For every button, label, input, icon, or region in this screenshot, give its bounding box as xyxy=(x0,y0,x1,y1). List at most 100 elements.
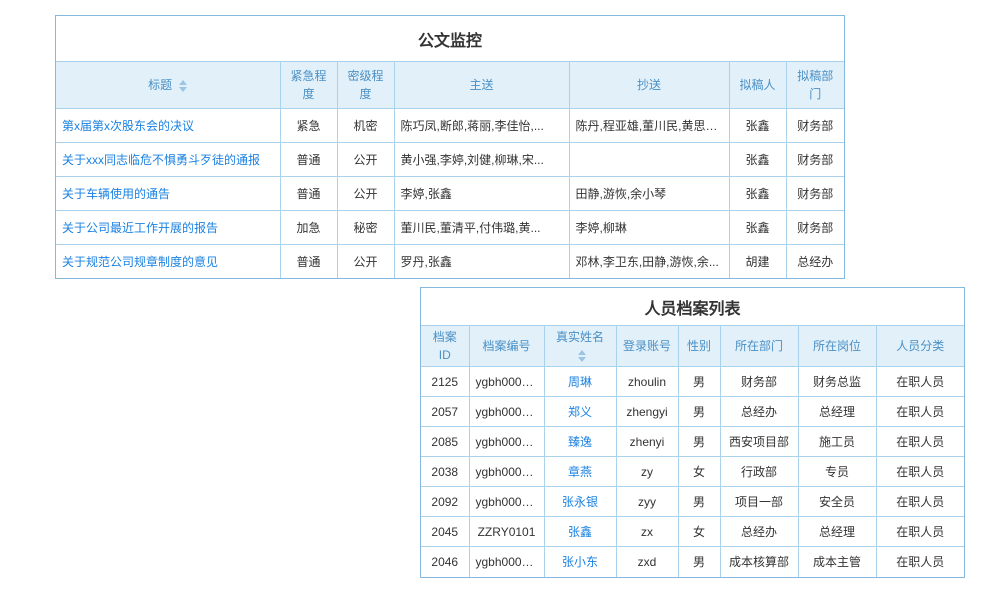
cell-login-account: zhoulin xyxy=(616,367,678,397)
table-row[interactable]: 2085 ygbh000111 臻逸 zhenyi 男 西安项目部 施工员 在职… xyxy=(421,427,964,457)
cell-category: 在职人员 xyxy=(876,457,964,487)
cell-secrecy: 公开 xyxy=(337,176,394,210)
cell-department: 行政部 xyxy=(720,457,798,487)
cell-archive-id: 2045 xyxy=(421,517,469,547)
cell-urgency: 加急 xyxy=(280,210,337,244)
person-name-link[interactable]: 张永银 xyxy=(562,495,598,509)
cell-department: 成本核算部 xyxy=(720,547,798,577)
table-row[interactable]: 关于车辆使用的通告 普通 公开 李婷,张鑫 田静,游恢,余小琴 张鑫 财务部 xyxy=(56,176,844,210)
table-row[interactable]: 关于规范公司规章制度的意见 普通 公开 罗丹,张鑫 邓林,李卫东,田静,游恢,余… xyxy=(56,244,844,278)
person-name-link[interactable]: 周琳 xyxy=(568,375,592,389)
table-row[interactable]: 2057 ygbh000068 郑义 zhengyi 男 总经办 总经理 在职人… xyxy=(421,397,964,427)
col-header-main-send: 主送 xyxy=(394,62,569,108)
col-header-urgency: 紧急程度 xyxy=(280,62,337,108)
cell-archive-no: ygbh000070 xyxy=(469,367,544,397)
person-name-link[interactable]: 张鑫 xyxy=(568,525,592,539)
cell-urgency: 普通 xyxy=(280,176,337,210)
table-row[interactable]: 第x届第x次股东会的决议 紧急 机密 陈巧凤,断郎,蒋丽,李佳怡,... 陈丹,… xyxy=(56,108,844,142)
col-header-title[interactable]: 标题 xyxy=(56,62,280,108)
personnel-table: 档案ID 档案编号 真实姓名 登录账号 性别 所在部门 所在岗位 人员分类 21… xyxy=(421,326,964,577)
cell-position: 成本主管 xyxy=(798,547,876,577)
doc-title-link[interactable]: 关于规范公司规章制度的意见 xyxy=(62,255,218,269)
cell-category: 在职人员 xyxy=(876,517,964,547)
cell-drafter: 张鑫 xyxy=(729,142,786,176)
cell-archive-no: ygbh000068 xyxy=(469,397,544,427)
cell-urgency: 紧急 xyxy=(280,108,337,142)
cell-login-account: zxd xyxy=(616,547,678,577)
cell-position: 总经理 xyxy=(798,397,876,427)
cell-gender: 女 xyxy=(678,517,720,547)
cell-main-send: 董川民,董清平,付伟璐,黄... xyxy=(394,210,569,244)
cell-position: 专员 xyxy=(798,457,876,487)
cell-login-account: zhenyi xyxy=(616,427,678,457)
cell-cc: 李婷,柳琳 xyxy=(569,210,729,244)
cell-category: 在职人员 xyxy=(876,397,964,427)
cell-position: 施工员 xyxy=(798,427,876,457)
cell-login-account: zhengyi xyxy=(616,397,678,427)
table-row[interactable]: 2045 ZZRY0101 张鑫 zx 女 总经办 总经理 在职人员 xyxy=(421,517,964,547)
col-header-category: 人员分类 xyxy=(876,326,964,367)
cell-secrecy: 公开 xyxy=(337,142,394,176)
table-row[interactable]: 2092 ygbh000104 张永银 zyy 男 项目一部 安全员 在职人员 xyxy=(421,487,964,517)
cell-category: 在职人员 xyxy=(876,487,964,517)
cell-archive-id: 2046 xyxy=(421,547,469,577)
cell-archive-id: 2092 xyxy=(421,487,469,517)
table-row[interactable]: 2125 ygbh000070 周琳 zhoulin 男 财务部 财务总监 在职… xyxy=(421,367,964,397)
doc-monitor-table: 标题 紧急程度 密级程度 主送 抄送 拟稿人 拟稿部门 第x届第x次股东会的决议… xyxy=(56,62,844,278)
table-row[interactable]: 2046 ygbh000050 张小东 zxd 男 成本核算部 成本主管 在职人… xyxy=(421,547,964,577)
personnel-title: 人员档案列表 xyxy=(421,288,964,326)
cell-login-account: zyy xyxy=(616,487,678,517)
col-header-draft-dept: 拟稿部门 xyxy=(786,62,844,108)
col-header-login-account: 登录账号 xyxy=(616,326,678,367)
table-row[interactable]: 关于xxx同志临危不惧勇斗歹徒的通报 普通 公开 黄小强,李婷,刘健,柳琳,宋.… xyxy=(56,142,844,176)
person-name-link[interactable]: 张小东 xyxy=(562,555,598,569)
table-row[interactable]: 关于公司最近工作开展的报告 加急 秘密 董川民,董清平,付伟璐,黄... 李婷,… xyxy=(56,210,844,244)
cell-archive-id: 2057 xyxy=(421,397,469,427)
cell-department: 财务部 xyxy=(720,367,798,397)
cell-gender: 男 xyxy=(678,547,720,577)
cell-drafter: 胡建 xyxy=(729,244,786,278)
cell-secrecy: 机密 xyxy=(337,108,394,142)
cell-category: 在职人员 xyxy=(876,367,964,397)
table-row[interactable]: 2038 ygbh000038 章燕 zy 女 行政部 专员 在职人员 xyxy=(421,457,964,487)
person-name-link[interactable]: 郑义 xyxy=(568,405,592,419)
cell-archive-no: ygbh000038 xyxy=(469,457,544,487)
col-header-department: 所在部门 xyxy=(720,326,798,367)
doc-title-link[interactable]: 第x届第x次股东会的决议 xyxy=(62,119,194,133)
cell-archive-id: 2085 xyxy=(421,427,469,457)
cell-login-account: zy xyxy=(616,457,678,487)
cell-gender: 女 xyxy=(678,457,720,487)
cell-main-send: 罗丹,张鑫 xyxy=(394,244,569,278)
cell-draft-dept: 财务部 xyxy=(786,176,844,210)
doc-title-link[interactable]: 关于车辆使用的通告 xyxy=(62,187,170,201)
doc-header-row: 标题 紧急程度 密级程度 主送 抄送 拟稿人 拟稿部门 xyxy=(56,62,844,108)
person-name-link[interactable]: 章燕 xyxy=(568,465,592,479)
cell-main-send: 黄小强,李婷,刘健,柳琳,宋... xyxy=(394,142,569,176)
cell-gender: 男 xyxy=(678,367,720,397)
cell-position: 安全员 xyxy=(798,487,876,517)
person-name-link[interactable]: 臻逸 xyxy=(568,435,592,449)
cell-secrecy: 秘密 xyxy=(337,210,394,244)
doc-monitor-title: 公文监控 xyxy=(56,16,844,62)
cell-cc: 田静,游恢,余小琴 xyxy=(569,176,729,210)
cell-urgency: 普通 xyxy=(280,142,337,176)
cell-archive-id: 2038 xyxy=(421,457,469,487)
col-header-real-name[interactable]: 真实姓名 xyxy=(544,326,616,367)
cell-main-send: 李婷,张鑫 xyxy=(394,176,569,210)
cell-department: 西安项目部 xyxy=(720,427,798,457)
personnel-header-row: 档案ID 档案编号 真实姓名 登录账号 性别 所在部门 所在岗位 人员分类 xyxy=(421,326,964,367)
doc-title-link[interactable]: 关于公司最近工作开展的报告 xyxy=(62,221,218,235)
cell-gender: 男 xyxy=(678,487,720,517)
cell-login-account: zx xyxy=(616,517,678,547)
cell-archive-no: ygbh000050 xyxy=(469,547,544,577)
sort-icon[interactable] xyxy=(578,350,586,362)
cell-cc xyxy=(569,142,729,176)
col-header-archive-no: 档案编号 xyxy=(469,326,544,367)
cell-position: 财务总监 xyxy=(798,367,876,397)
sort-icon[interactable] xyxy=(179,80,187,92)
cell-archive-no: ZZRY0101 xyxy=(469,517,544,547)
cell-drafter: 张鑫 xyxy=(729,210,786,244)
cell-drafter: 张鑫 xyxy=(729,176,786,210)
col-header-drafter: 拟稿人 xyxy=(729,62,786,108)
doc-title-link[interactable]: 关于xxx同志临危不惧勇斗歹徒的通报 xyxy=(62,153,260,167)
